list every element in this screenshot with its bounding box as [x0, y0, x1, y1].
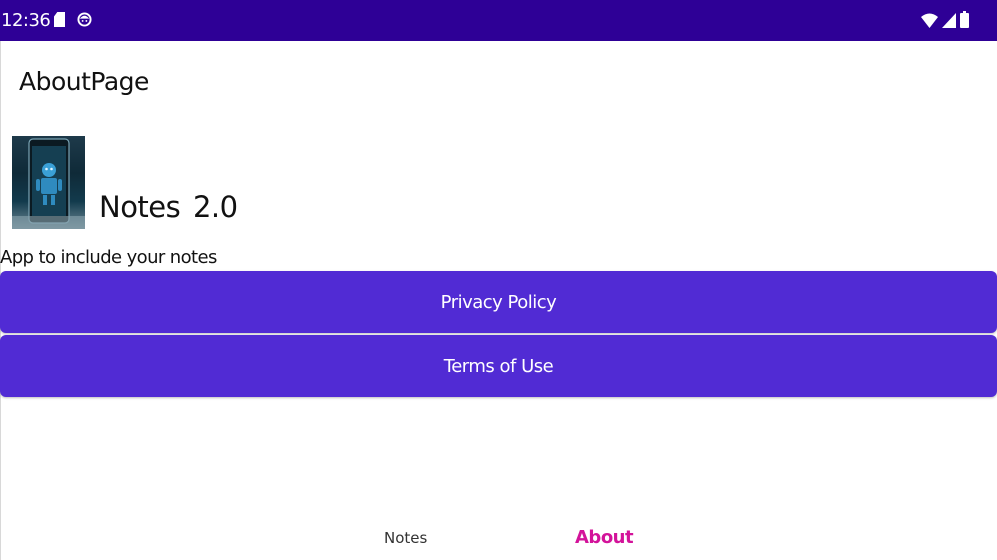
page-title: AboutPage [19, 67, 149, 96]
app-name-version: Notes 2.0 [99, 190, 238, 224]
app-name: Notes [99, 190, 181, 224]
wifi-icon [921, 13, 938, 28]
terms-of-use-button[interactable]: Terms of Use [0, 335, 997, 397]
app-image [12, 136, 85, 229]
status-right-icons [921, 11, 969, 28]
privacy-policy-button[interactable]: Privacy Policy [0, 271, 997, 333]
status-bar: 12:36 [0, 0, 997, 41]
tab-notes[interactable]: Notes [384, 529, 427, 547]
tab-about[interactable]: About [575, 527, 634, 548]
app-version: 2.0 [192, 190, 238, 224]
sd-card-icon [54, 12, 65, 27]
signal-icon [942, 13, 956, 28]
status-time: 12:36 [1, 10, 51, 31]
battery-icon [960, 11, 969, 28]
face-icon [77, 12, 92, 27]
bottom-tab-bar: Notes About [0, 510, 997, 560]
robot-phone-image [12, 138, 85, 229]
app-description: App to include your notes [0, 247, 217, 268]
